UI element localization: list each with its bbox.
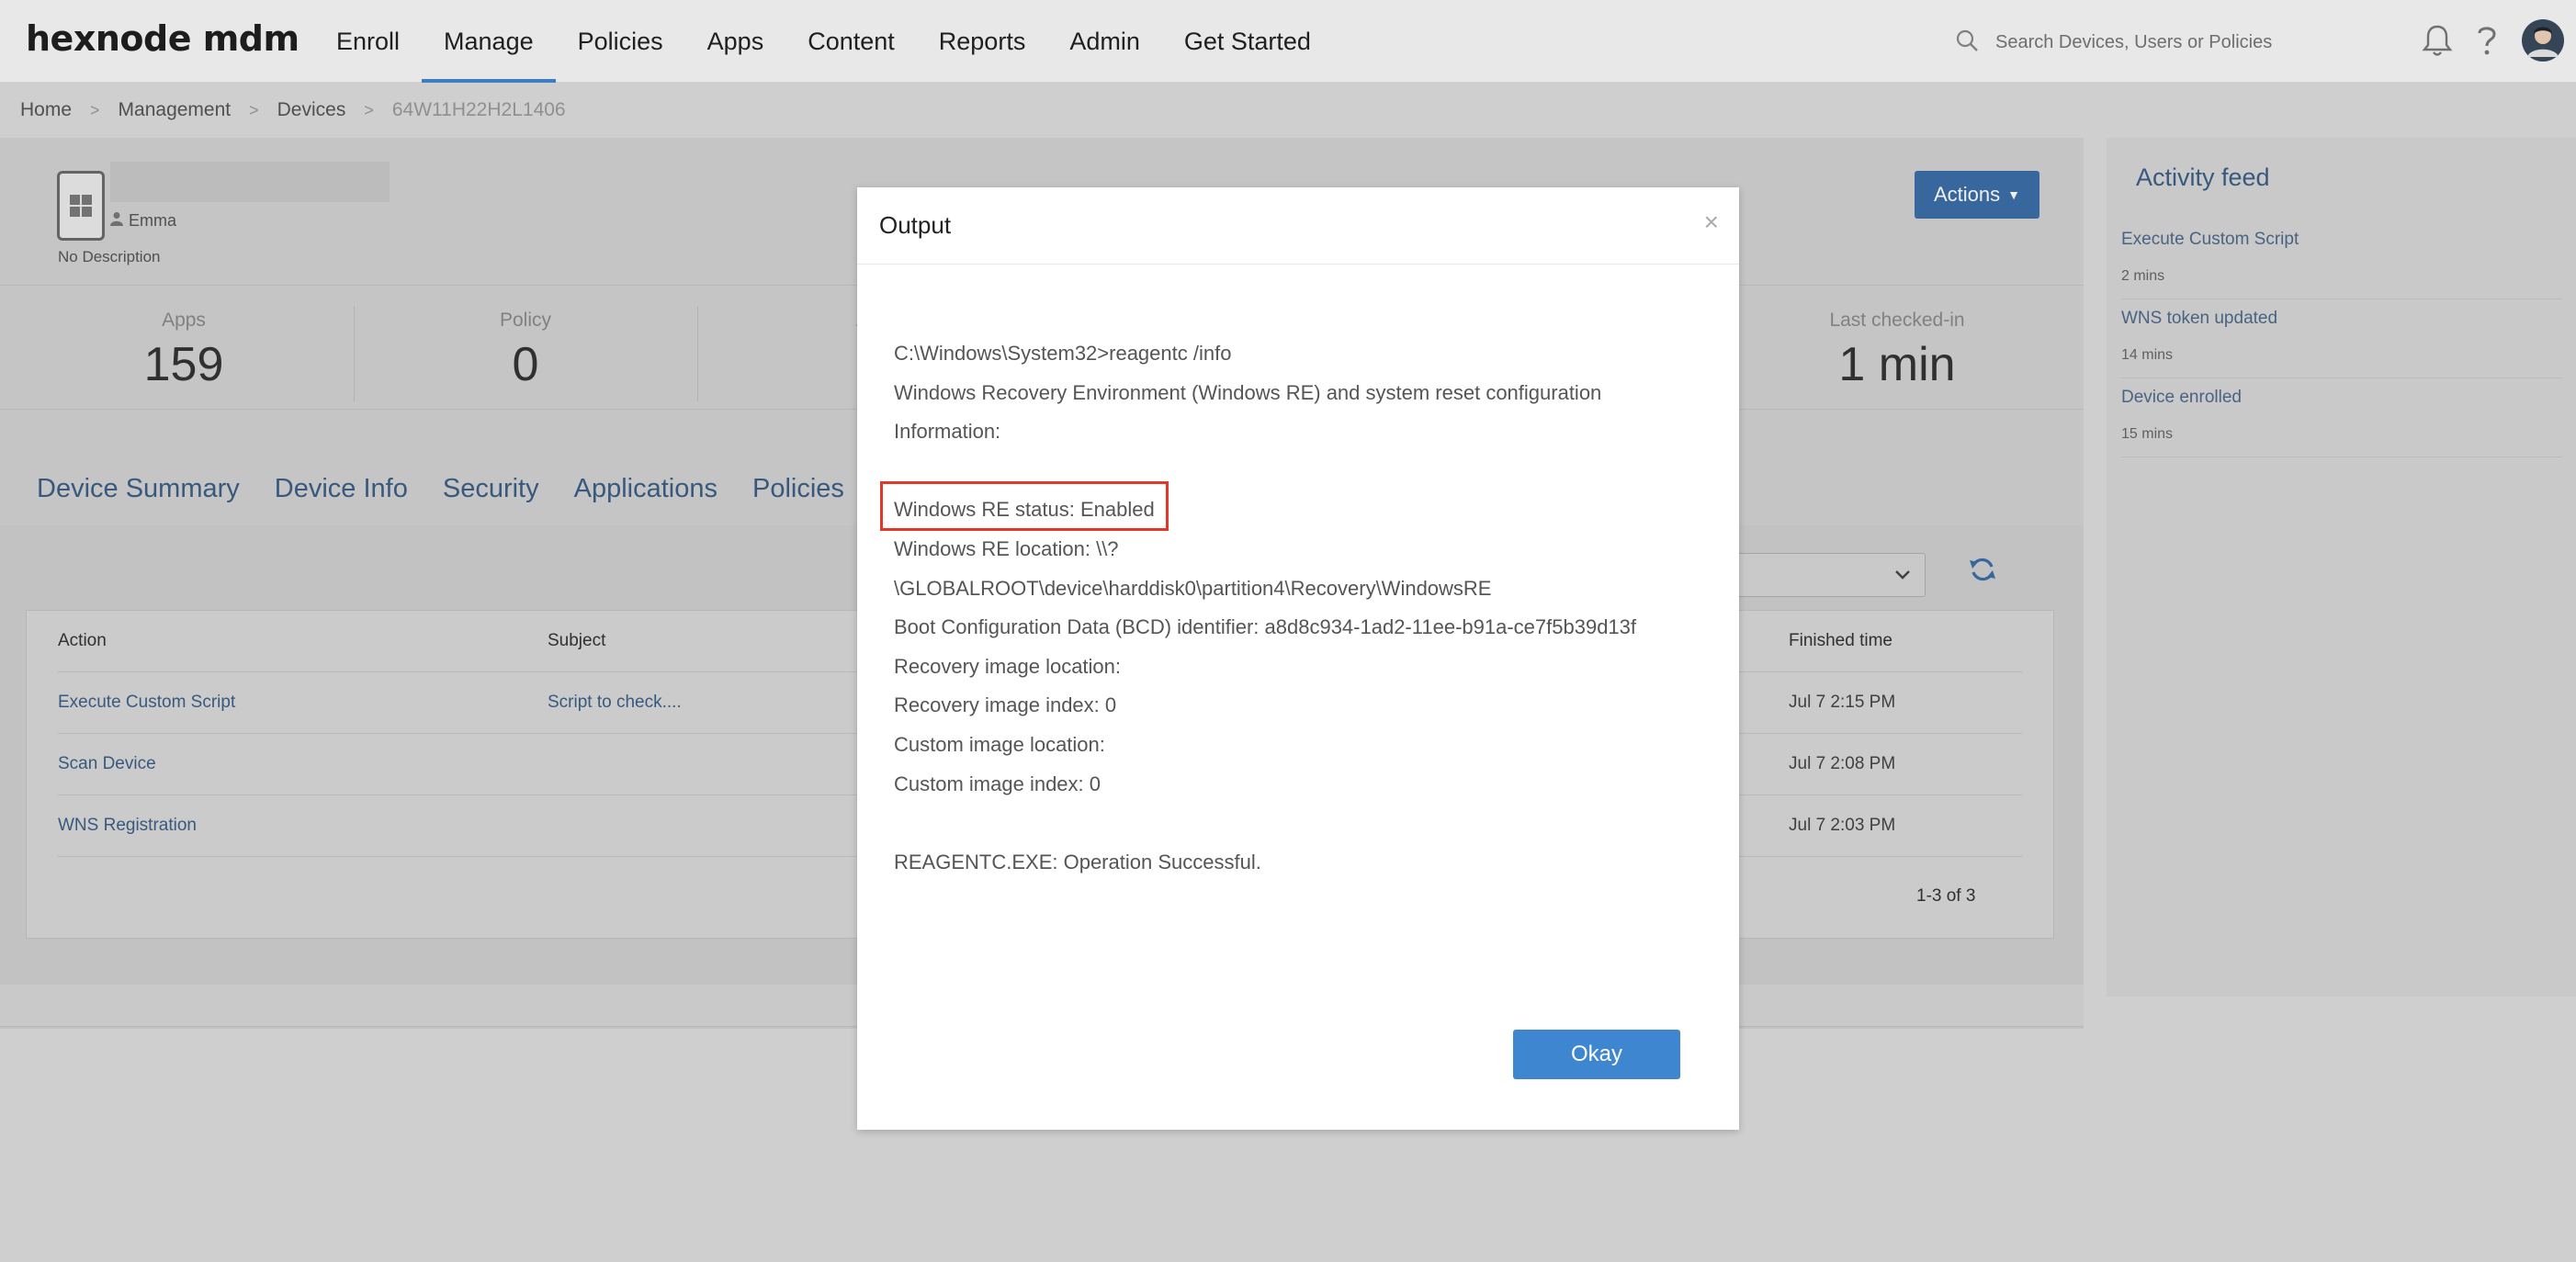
output-line: C:\Windows\System32>reagentc /info <box>894 342 1232 365</box>
output-line: Windows Recovery Environment (Windows RE… <box>894 380 1602 404</box>
output-line: REAGENTC.EXE: Operation Successful. <box>894 850 1261 873</box>
output-line: Recovery image index: 0 <box>894 693 1117 717</box>
output-line: Custom image index: 0 <box>894 772 1101 795</box>
output-line: \GLOBALROOT\device\harddisk0\partition4\… <box>894 576 1492 600</box>
modal-header: Output × <box>857 187 1739 265</box>
output-text: C:\Windows\System32>reagentc /info Windo… <box>894 334 1702 882</box>
output-line: Custom image location: <box>894 732 1105 756</box>
output-modal: Output × C:\Windows\System32>reagentc /i… <box>857 187 1739 1130</box>
output-line: Recovery image location: <box>894 654 1122 678</box>
close-icon[interactable]: × <box>1704 208 1719 237</box>
highlight-box <box>880 481 1169 531</box>
output-line: Information: <box>894 420 1001 444</box>
okay-button[interactable]: Okay <box>1513 1030 1680 1079</box>
output-line: Boot Configuration Data (BCD) identifier… <box>894 615 1637 639</box>
modal-title: Output <box>879 211 952 239</box>
output-line: Windows RE location: \\? <box>894 536 1119 560</box>
